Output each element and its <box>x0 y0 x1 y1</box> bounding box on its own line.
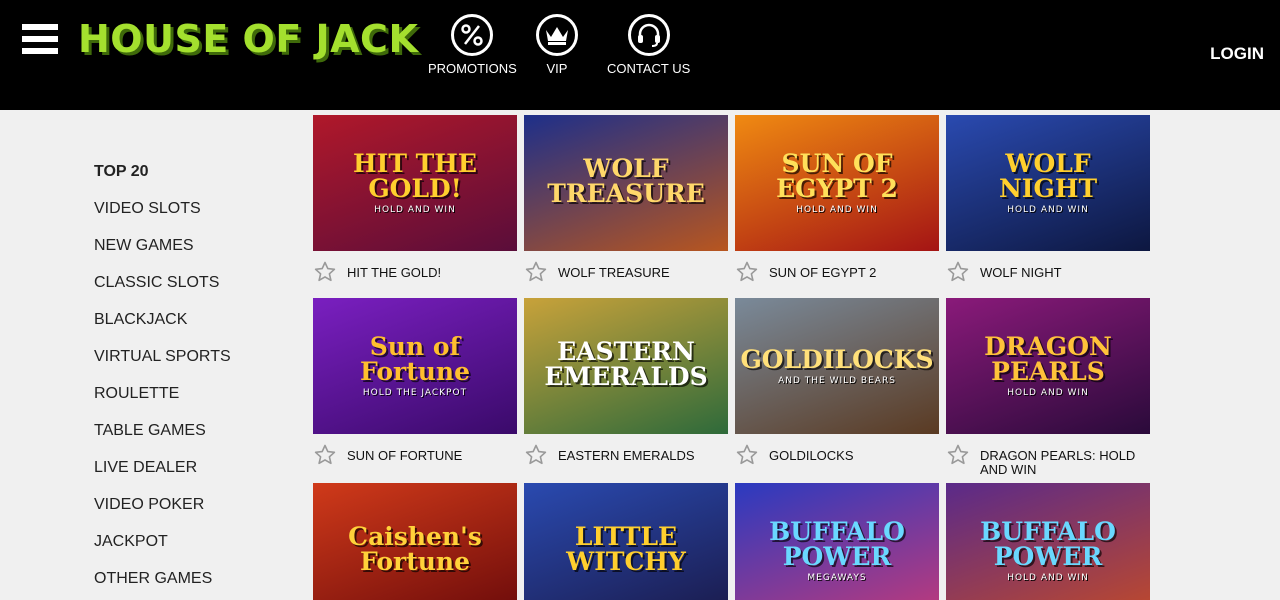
game-art-title: Caishen's Fortune <box>348 522 482 576</box>
game-tile-caishens-fortune[interactable]: Caishen's Fortune <box>313 483 517 600</box>
game-art-subtitle: HOLD AND WIN <box>1007 205 1089 215</box>
sidebar-item-table-games[interactable]: TABLE GAMES <box>94 412 231 449</box>
game-tile-little-witchy[interactable]: LITTLE WITCHY <box>524 483 728 600</box>
sidebar-item-virtual-sports[interactable]: VIRTUAL SPORTS <box>94 338 231 375</box>
nav-vip[interactable]: VIP <box>536 14 578 76</box>
nav-contact-us[interactable]: CONTACT US <box>607 14 690 76</box>
game-thumbnail[interactable]: WOLF NIGHT HOLD AND WIN <box>946 115 1150 251</box>
game-art-title: DRAGON PEARLS <box>984 332 1112 386</box>
game-thumbnail[interactable]: GOLDILOCKS AND THE WILD BEARS <box>735 298 939 434</box>
game-thumbnail[interactable]: Caishen's Fortune <box>313 483 517 600</box>
game-thumbnail[interactable]: EASTERN EMERALDS <box>524 298 728 434</box>
sidebar-item-roulette[interactable]: ROULETTE <box>94 375 231 412</box>
game-thumbnail[interactable]: DRAGON PEARLS HOLD AND WIN <box>946 298 1150 434</box>
sidebar-item-video-poker[interactable]: VIDEO POKER <box>94 486 231 523</box>
percent-icon <box>451 14 494 56</box>
game-thumbnail[interactable]: SUN OF EGYPT 2 HOLD AND WIN <box>735 115 939 251</box>
game-title[interactable]: EASTERN EMERALDS <box>558 443 695 463</box>
game-art-subtitle: HOLD AND WIN <box>374 205 456 215</box>
game-title[interactable]: SUN OF FORTUNE <box>347 443 462 463</box>
game-art-subtitle: MEGAWAYS <box>807 573 867 583</box>
game-tile-wolf-treasure[interactable]: WOLF TREASURE WOLF TREASURE <box>524 115 728 284</box>
game-tile-wolf-night[interactable]: WOLF NIGHT HOLD AND WIN WOLF NIGHT <box>946 115 1150 284</box>
crown-icon <box>536 14 578 56</box>
game-title[interactable]: DRAGON PEARLS: HOLD AND WIN <box>980 443 1150 477</box>
sidebar-item-new-games[interactable]: NEW GAMES <box>94 227 231 264</box>
game-tile-sun-of-egypt-2[interactable]: SUN OF EGYPT 2 HOLD AND WIN SUN OF EGYPT… <box>735 115 939 284</box>
game-art-title: BUFFALO POWER <box>769 517 905 571</box>
sidebar-item-video-slots[interactable]: VIDEO SLOTS <box>94 190 231 227</box>
game-tile-eastern-emeralds[interactable]: EASTERN EMERALDS EASTERN EMERALDS <box>524 298 728 467</box>
favorite-star-icon[interactable] <box>524 443 548 467</box>
game-title[interactable]: WOLF NIGHT <box>980 260 1062 280</box>
game-art-subtitle: HOLD AND WIN <box>796 205 878 215</box>
game-tile-sun-of-fortune[interactable]: Sun of Fortune HOLD THE JACKPOT SUN OF F… <box>313 298 517 467</box>
nav-vip-label: VIP <box>546 61 568 76</box>
game-art-subtitle: HOLD AND WIN <box>1007 388 1089 398</box>
sidebar-item-blackjack[interactable]: BLACKJACK <box>94 301 231 338</box>
game-tile-dragon-pearls[interactable]: DRAGON PEARLS HOLD AND WIN DRAGON PEARLS… <box>946 298 1150 477</box>
game-art-subtitle: HOLD AND WIN <box>1007 573 1089 583</box>
game-thumbnail[interactable]: LITTLE WITCHY <box>524 483 728 600</box>
logo[interactable]: HOUSE OF JACK <box>78 17 418 61</box>
favorite-star-icon[interactable] <box>524 260 548 284</box>
sidebar-item-top-20[interactable]: TOP 20 <box>94 153 231 190</box>
game-thumbnail[interactable]: BUFFALO POWER MEGAWAYS <box>735 483 939 600</box>
sidebar: TOP 20 VIDEO SLOTS NEW GAMES CLASSIC SLO… <box>94 153 231 597</box>
game-art-title: SUN OF EGYPT 2 <box>776 149 898 203</box>
favorite-star-icon[interactable] <box>946 260 970 284</box>
login-button[interactable]: LOGIN <box>1210 44 1264 64</box>
game-art-title: WOLF TREASURE <box>547 154 705 208</box>
favorite-star-icon[interactable] <box>735 443 759 467</box>
favorite-star-icon[interactable] <box>313 443 337 467</box>
game-art-title: GOLDILOCKS <box>740 344 934 374</box>
favorite-star-icon[interactable] <box>946 443 970 467</box>
game-thumbnail[interactable]: WOLF TREASURE <box>524 115 728 251</box>
game-tile-hit-the-gold[interactable]: HIT THE GOLD! HOLD AND WIN HIT THE GOLD! <box>313 115 517 284</box>
game-art-title: BUFFALO POWER <box>980 517 1116 571</box>
game-art-title: LITTLE WITCHY <box>566 522 686 576</box>
game-tile-goldilocks[interactable]: GOLDILOCKS AND THE WILD BEARS GOLDILOCKS <box>735 298 939 467</box>
game-title[interactable]: WOLF TREASURE <box>558 260 670 280</box>
game-art-title: EASTERN EMERALDS <box>544 337 708 391</box>
sidebar-item-jackpot[interactable]: JACKPOT <box>94 523 231 560</box>
sidebar-item-classic-slots[interactable]: CLASSIC SLOTS <box>94 264 231 301</box>
game-title[interactable]: HIT THE GOLD! <box>347 260 441 280</box>
sidebar-item-live-dealer[interactable]: LIVE DEALER <box>94 449 231 486</box>
game-title[interactable]: SUN OF EGYPT 2 <box>769 260 876 280</box>
nav-promotions-label: PROMOTIONS <box>428 61 517 76</box>
sidebar-item-other-games[interactable]: OTHER GAMES <box>94 560 231 597</box>
game-art-title: Sun of Fortune <box>359 332 471 386</box>
menu-icon[interactable] <box>22 24 58 58</box>
game-thumbnail[interactable]: Sun of Fortune HOLD THE JACKPOT <box>313 298 517 434</box>
game-art-title: WOLF NIGHT <box>998 149 1098 203</box>
top-bar: HOUSE OF JACK PROMOTIONS VIP CONTACT US … <box>0 0 1280 110</box>
game-art-title: HIT THE GOLD! <box>353 149 477 203</box>
game-art-subtitle: HOLD THE JACKPOT <box>362 388 468 398</box>
favorite-star-icon[interactable] <box>735 260 759 284</box>
headset-icon <box>627 14 670 56</box>
game-tile-buffalo-power-hold-and-win[interactable]: BUFFALO POWER HOLD AND WIN <box>946 483 1150 600</box>
favorite-star-icon[interactable] <box>313 260 337 284</box>
game-tile-buffalo-power-megaways[interactable]: BUFFALO POWER MEGAWAYS <box>735 483 939 600</box>
game-art-subtitle: AND THE WILD BEARS <box>778 375 896 386</box>
nav-promotions[interactable]: PROMOTIONS <box>428 14 517 76</box>
game-title[interactable]: GOLDILOCKS <box>769 443 854 463</box>
game-thumbnail[interactable]: HIT THE GOLD! HOLD AND WIN <box>313 115 517 251</box>
nav-contact-us-label: CONTACT US <box>607 61 691 76</box>
game-thumbnail[interactable]: BUFFALO POWER HOLD AND WIN <box>946 483 1150 600</box>
